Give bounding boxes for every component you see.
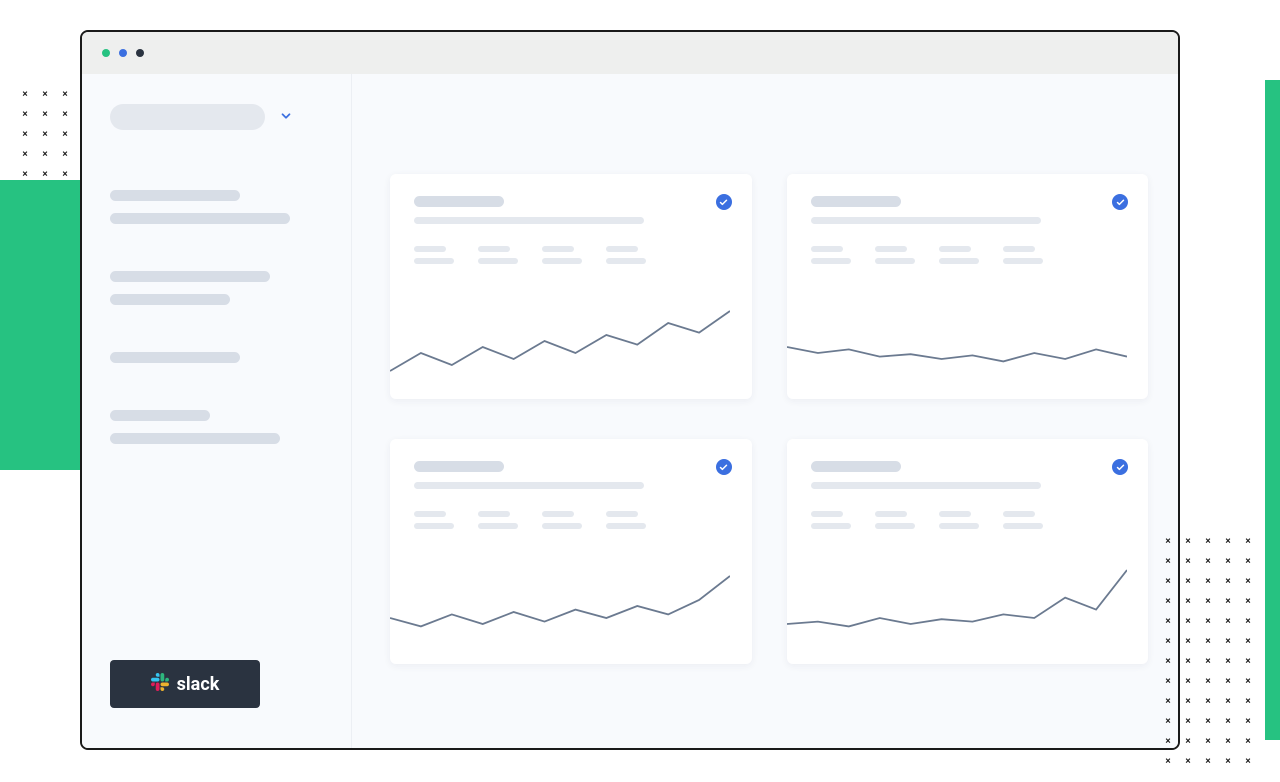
browser-window: slack (80, 30, 1180, 750)
chevron-down-icon (279, 108, 293, 127)
sidebar-group-3 (110, 352, 323, 375)
card-stats-row (811, 511, 1125, 529)
app-content: slack (82, 74, 1178, 748)
metric-card[interactable] (390, 174, 752, 399)
slack-button[interactable]: slack (110, 660, 260, 708)
card-subtitle-placeholder (811, 482, 1041, 489)
card-title-placeholder (811, 461, 901, 472)
metric-card[interactable] (390, 439, 752, 664)
metric-card[interactable] (787, 174, 1149, 399)
card-title-placeholder (414, 196, 504, 207)
card-grid (390, 174, 1148, 664)
window-control-maximize-icon[interactable] (136, 49, 144, 57)
sidebar-item[interactable] (110, 190, 240, 201)
card-title-placeholder (414, 461, 504, 472)
card-stat (542, 511, 582, 529)
sidebar-item[interactable] (110, 352, 240, 363)
card-title-placeholder (811, 196, 901, 207)
window-control-close-icon[interactable] (102, 49, 110, 57)
decorative-green-block (0, 180, 80, 470)
sparkline-chart (390, 279, 730, 399)
sidebar-item[interactable] (110, 213, 290, 224)
slack-logo-icon (151, 673, 169, 696)
card-stats-row (414, 246, 728, 264)
sidebar-group-4 (110, 410, 323, 456)
sparkline-chart (787, 279, 1127, 399)
sidebar-dropdown-label-placeholder (110, 104, 265, 130)
sidebar-item[interactable] (110, 433, 280, 444)
sidebar-item[interactable] (110, 294, 230, 305)
card-stat (478, 511, 518, 529)
window-control-minimize-icon[interactable] (119, 49, 127, 57)
card-stat (811, 246, 851, 264)
check-badge-icon (716, 459, 732, 475)
check-badge-icon (716, 194, 732, 210)
main-content (352, 74, 1178, 748)
sidebar-item[interactable] (110, 410, 210, 421)
card-stats-row (414, 511, 728, 529)
sidebar-group-2 (110, 271, 323, 317)
card-stat (1003, 511, 1043, 529)
card-stat (875, 511, 915, 529)
sidebar-dropdown[interactable] (110, 104, 323, 130)
sparkline-chart (390, 544, 730, 664)
card-stat (606, 246, 646, 264)
card-stat (414, 246, 454, 264)
metric-card[interactable] (787, 439, 1149, 664)
sparkline-chart (787, 544, 1127, 664)
card-stat (875, 246, 915, 264)
sidebar: slack (82, 74, 352, 748)
card-subtitle-placeholder (414, 217, 644, 224)
check-badge-icon (1112, 459, 1128, 475)
card-subtitle-placeholder (811, 217, 1041, 224)
decorative-x-pattern-bottom-right: ××××××××××××××××××××××××××××××××××××××××… (1158, 532, 1268, 782)
card-stats-row (811, 246, 1125, 264)
card-stat (542, 246, 582, 264)
card-stat (939, 246, 979, 264)
card-stat (606, 511, 646, 529)
check-badge-icon (1112, 194, 1128, 210)
card-subtitle-placeholder (414, 482, 644, 489)
card-stat (811, 511, 851, 529)
sidebar-item[interactable] (110, 271, 270, 282)
card-stat (414, 511, 454, 529)
card-stat (478, 246, 518, 264)
card-stat (939, 511, 979, 529)
card-stat (1003, 246, 1043, 264)
window-title-bar (82, 32, 1178, 74)
sidebar-group-1 (110, 190, 323, 236)
slack-button-label: slack (177, 674, 220, 695)
